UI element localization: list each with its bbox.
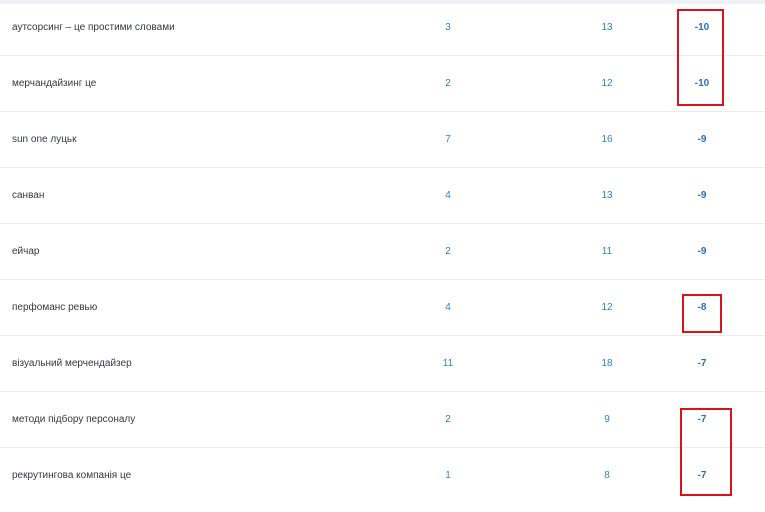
keyword-cell: візуальний мерчендайзер [12,358,132,369]
previous-position-cell: 4 [445,190,451,201]
position-change-cell: -9 [697,246,707,257]
table-row[interactable]: мерчандайзинг це 2 12 -10 [0,56,765,112]
keyword-cell: санван [12,190,45,201]
table-row[interactable]: методи підбору персоналу 2 9 -7 [0,392,765,448]
previous-position-cell: 2 [445,78,451,89]
previous-position-cell: 2 [445,246,451,257]
highlight-box-bottom [680,408,732,496]
table-row[interactable]: перфоманс ревью 4 12 -8 [0,280,765,336]
current-position-cell: 18 [601,358,613,369]
table-row[interactable]: аутсорсинг – це простими словами 3 13 -1… [0,0,765,56]
table-row[interactable]: рекрутингова компанія це 1 8 -7 [0,448,765,504]
keyword-cell: мерчандайзинг це [12,78,97,89]
current-position-cell: 9 [604,414,610,425]
current-position-cell: 11 [601,246,613,257]
table-row[interactable]: санван 4 13 -9 [0,168,765,224]
keyword-position-table: аутсорсинг – це простими словами 3 13 -1… [0,0,765,504]
keyword-cell: методи підбору персоналу [12,414,136,425]
previous-position-cell: 4 [445,302,451,313]
table-row[interactable]: ейчар 2 11 -9 [0,224,765,280]
previous-position-cell: 7 [445,134,451,145]
previous-position-cell: 3 [445,22,451,33]
current-position-cell: 13 [601,190,613,201]
current-position-cell: 8 [604,470,610,481]
current-position-cell: 12 [601,78,613,89]
current-position-cell: 13 [601,22,613,33]
keyword-cell: рекрутингова компанія це [12,470,132,481]
keyword-cell: sun one луцьк [12,134,77,145]
table-row[interactable]: sun one луцьк 7 16 -9 [0,112,765,168]
position-change-cell: -9 [697,134,707,145]
previous-position-cell: 11 [442,358,454,369]
previous-position-cell: 1 [445,470,451,481]
keyword-cell: аутсорсинг – це простими словами [12,22,175,33]
current-position-cell: 12 [601,302,613,313]
position-change-cell: -7 [697,358,707,369]
keyword-cell: ейчар [12,246,40,257]
ranking-table-page: аутсорсинг – це простими словами 3 13 -1… [0,0,765,512]
table-row[interactable]: візуальний мерчендайзер 11 18 -7 [0,336,765,392]
keyword-cell: перфоманс ревью [12,302,98,313]
previous-position-cell: 2 [445,414,451,425]
current-position-cell: 16 [601,134,613,145]
position-change-cell: -9 [697,190,707,201]
highlight-box-top [677,9,724,106]
highlight-box-middle [682,294,722,333]
